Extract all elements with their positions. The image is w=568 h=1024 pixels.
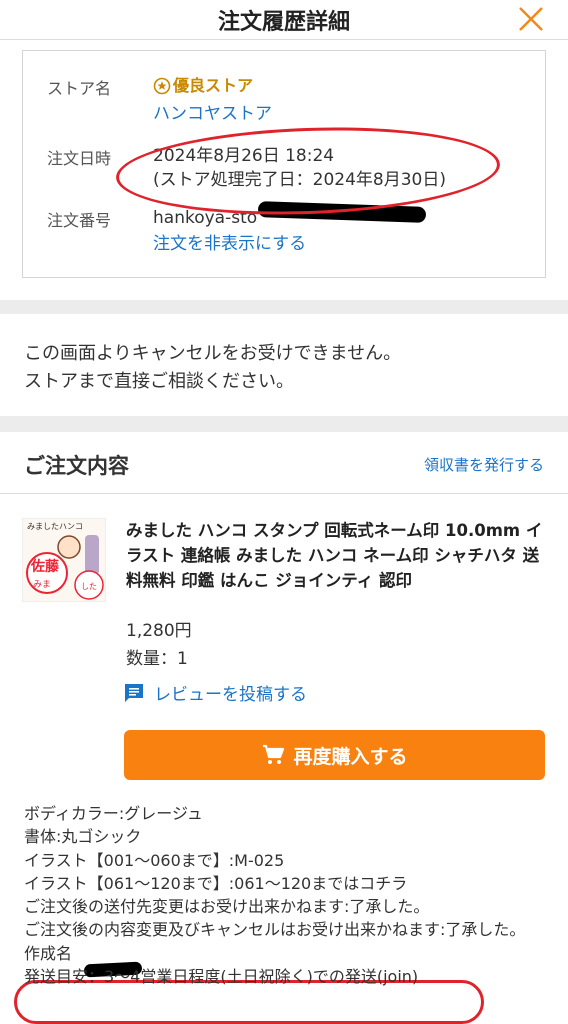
- quantity-line: 数量：1: [126, 644, 188, 669]
- thumb-name: 佐藤: [30, 558, 60, 575]
- quantity-label: 数量: [126, 649, 160, 669]
- notice-line: この画面よりキャンセルをお受けできません。: [24, 343, 402, 364]
- cancel-notice: この画面よりキャンセルをお受けできません。 ストアまで直接ご相談ください。: [24, 340, 401, 396]
- store-name-link[interactable]: ハンコヤストア: [153, 103, 272, 125]
- header-bar: 注文履歴詳細: [0, 0, 568, 40]
- post-review-link[interactable]: レビューを投稿する: [122, 680, 307, 705]
- store-badge: 優良ストア: [153, 75, 253, 101]
- hide-order-link[interactable]: 注文を非表示にする: [153, 233, 306, 255]
- completion-date: (ストア処理完了日：2024年8月30日): [153, 170, 446, 190]
- divider: [0, 416, 568, 432]
- medal-icon: [153, 77, 171, 95]
- option-line: 発送目安：3～4営業日程度(土日祝除く)での発送(join): [24, 967, 419, 987]
- review-link-label: レビューを投稿する: [154, 685, 307, 705]
- option-line: ご注文後の内容変更及びキャンセルはお受け出来かねます:了承した。: [24, 920, 526, 940]
- product-price: 1,280円: [126, 621, 192, 641]
- issue-receipt-link[interactable]: 領収書を発行する: [424, 454, 544, 475]
- cart-icon: [263, 744, 285, 764]
- product-name[interactable]: みました ハンコ スタンプ 回転式ネーム印 10.0mm イラスト 連絡帳 みま…: [126, 518, 546, 593]
- rebuy-button-label: 再度購入する: [293, 745, 408, 768]
- thumb-text: みま: [33, 579, 51, 590]
- product-stamp-illustration: みましたハンコ 佐藤 みま した: [23, 519, 105, 601]
- option-line: ボディカラー:グレージュ: [24, 804, 203, 823]
- page-title: 注文履歴詳細: [217, 10, 350, 35]
- date-label: 注文日時: [47, 149, 112, 168]
- close-button[interactable]: [516, 4, 546, 34]
- store-badge-label: 優良ストア: [173, 76, 254, 95]
- section-title: ご注文内容: [24, 454, 129, 478]
- option-line: 書体:丸ゴシック: [24, 827, 142, 847]
- thumb-text2: した: [81, 582, 97, 591]
- store-label: ストア名: [47, 79, 112, 98]
- thumb-title: みましたハンコ: [27, 522, 83, 531]
- product-image[interactable]: みましたハンコ 佐藤 みま した: [22, 518, 106, 602]
- order-contents-header: ご注文内容 領収書を発行する: [0, 432, 568, 494]
- order-info-card: ストア名 優良ストア ハンコヤストア 注文日時 2024年8月26日 18:24…: [22, 50, 546, 278]
- option-line: イラスト【061～120まで】:061～120まではコチラ: [24, 873, 408, 893]
- option-line: ご注文後の送付先変更はお受け出来かねます:了承した。: [24, 897, 430, 917]
- close-icon: [519, 7, 543, 31]
- option-line: イラスト【001～060まで】:M-025: [24, 850, 285, 870]
- order-number: hankoya-sto: [153, 208, 258, 228]
- option-line: 作成名: [24, 943, 73, 963]
- comment-icon: [125, 683, 143, 702]
- divider: [0, 300, 568, 314]
- order-number-label: 注文番号: [47, 211, 112, 230]
- rebuy-button[interactable]: 再度購入する: [124, 730, 545, 780]
- notice-line: ストアまで直接ご相談ください。: [24, 371, 294, 392]
- order-date: 2024年8月26日 18:24: [153, 146, 335, 166]
- quantity-value: 1: [177, 649, 188, 669]
- quantity-separator: ：: [160, 649, 177, 669]
- order-options: ボディカラー:グレージュ 書体:丸ゴシック イラスト【001～060まで】:M-…: [24, 802, 544, 988]
